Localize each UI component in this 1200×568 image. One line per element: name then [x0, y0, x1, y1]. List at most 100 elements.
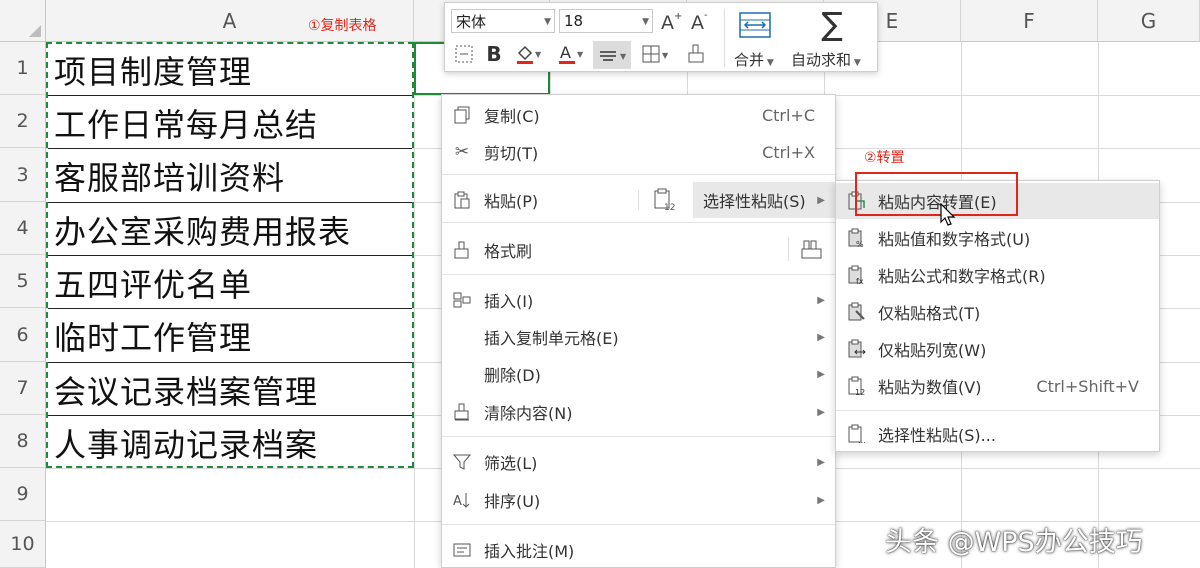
wrap-text-icon[interactable]: [453, 41, 475, 67]
autosum-sigma-icon[interactable]: ∑: [817, 5, 847, 43]
mouse-cursor-icon: [940, 202, 956, 231]
menu-item-label: 排序(U): [484, 492, 541, 511]
paste-format-only-icon: [846, 301, 868, 323]
submenu-item-paste-values-number-formats[interactable]: % 粘贴值和数字格式(U): [836, 220, 1159, 256]
menu-item-sort[interactable]: A 排序(U) ▶: [442, 482, 835, 518]
autosum-button[interactable]: 自动求和 ▼: [791, 49, 861, 70]
svg-text:…: …: [858, 436, 866, 444]
menu-item-label: 插入复制单元格(E): [484, 329, 619, 348]
svg-text:▼: ▼: [662, 51, 669, 60]
menu-item-cut[interactable]: ✂ 剪切(T) Ctrl+X: [442, 134, 835, 170]
svg-text:▼: ▼: [577, 50, 583, 59]
svg-text:A: A: [691, 12, 704, 32]
toolbar-divider: [724, 9, 725, 67]
menu-item-shortcut: Ctrl+C: [761, 105, 815, 125]
svg-text:A: A: [560, 43, 571, 62]
format-painter-double-icon[interactable]: [800, 237, 824, 263]
menu-item-insert[interactable]: 插入(I) ▶: [442, 282, 835, 318]
menu-item-paste[interactable]: 粘贴(P): [442, 182, 638, 218]
paste-values-format-icon: %: [846, 227, 868, 249]
paste-values-icon[interactable]: 12: [652, 187, 678, 213]
menu-item-insert-comment[interactable]: 插入批注(M): [442, 532, 835, 568]
menu-item-shortcut: Ctrl+X: [762, 142, 815, 162]
submenu-item-label: 仅粘贴列宽(W): [878, 341, 987, 360]
bold-icon[interactable]: B: [483, 41, 505, 67]
submenu-item-label: 粘贴为数值(V): [878, 378, 982, 397]
fill-color-icon[interactable]: ▼: [513, 41, 543, 67]
svg-text:12: 12: [855, 388, 865, 396]
row-header-5[interactable]: 5: [0, 255, 46, 308]
chevron-down-icon: ▼: [642, 17, 649, 27]
submenu-item-paste-as-values[interactable]: 12 粘贴为数值(V) Ctrl+Shift+V: [836, 368, 1159, 404]
chevron-right-icon: ▶: [817, 331, 825, 343]
row-header-3[interactable]: 3: [0, 148, 46, 202]
comment-icon: [452, 540, 472, 560]
paste-special-icon: …: [846, 423, 868, 445]
menu-item-insert-copied-cells[interactable]: 插入复制单元格(E) ▶: [442, 319, 835, 355]
submenu-item-paste-column-widths[interactable]: 仅粘贴列宽(W): [836, 331, 1159, 367]
menu-item-copy[interactable]: 复制(C) Ctrl+C: [442, 97, 835, 133]
borders-icon[interactable]: ▼: [639, 41, 671, 67]
menu-item-paste-special[interactable]: 选择性粘贴(S) ▶: [693, 182, 835, 218]
svg-text:%: %: [856, 240, 864, 248]
font-color-icon[interactable]: A ▼: [555, 41, 585, 67]
context-menu: 复制(C) Ctrl+C ✂ 剪切(T) Ctrl+X 粘贴(P) 12 选择性…: [441, 94, 836, 568]
row-header-1[interactable]: 1: [0, 42, 46, 95]
svg-text:12: 12: [664, 203, 675, 212]
merge-button[interactable]: 合并 ▼: [734, 49, 774, 70]
decrease-font-icon[interactable]: A-: [689, 7, 713, 35]
merge-cells-icon[interactable]: [738, 9, 772, 41]
format-painter-icon[interactable]: [685, 41, 707, 67]
filter-icon: [452, 452, 472, 472]
font-size-value: 18: [564, 12, 584, 30]
paste-as-values-icon: 12: [846, 375, 868, 397]
submenu-item-paste-formulas-number-formats[interactable]: fx 粘贴公式和数字格式(R): [836, 257, 1159, 293]
annotation-step2: ②转置: [864, 150, 905, 166]
column-header-g[interactable]: G: [1098, 0, 1200, 42]
row-header-4[interactable]: 4: [0, 202, 46, 255]
submenu-item-shortcut: Ctrl+Shift+V: [1036, 376, 1139, 396]
submenu-item-paste-special-dialog[interactable]: … 选择性粘贴(S)...: [836, 416, 1159, 452]
row-header-7[interactable]: 7: [0, 362, 46, 415]
menu-item-label: 选择性粘贴(S): [703, 192, 806, 211]
chevron-right-icon: ▶: [817, 194, 825, 206]
menu-item-label: 剪切(T): [484, 144, 539, 163]
chevron-right-icon: ▶: [817, 294, 825, 306]
submenu-item-paste-formats-only[interactable]: 仅粘贴格式(T): [836, 294, 1159, 330]
select-all-corner[interactable]: [0, 0, 46, 42]
svg-text:▼: ▼: [535, 50, 541, 59]
font-name-value: 宋体: [456, 12, 487, 31]
font-name-select[interactable]: 宋体 ▼: [451, 9, 555, 33]
menu-item-filter[interactable]: 筛选(L) ▶: [442, 444, 835, 480]
menu-item-format-painter[interactable]: 格式刷: [442, 232, 835, 268]
menu-item-delete[interactable]: 删除(D) ▶: [442, 356, 835, 392]
menu-item-label: 粘贴(P): [484, 192, 539, 211]
row-header-9[interactable]: 9: [0, 468, 46, 521]
svg-text:fx: fx: [856, 277, 864, 285]
mini-toolbar: 宋体 ▼ 18 ▼ A + A- B ▼ A ▼ ▼ ▼ 合并 ▼ ∑ 自动求和 ▼: [444, 2, 878, 72]
row-header-6[interactable]: 6: [0, 308, 46, 362]
paste-column-width-icon: [846, 338, 868, 360]
submenu-item-label: 粘贴公式和数字格式(R): [878, 267, 1046, 286]
scissors-icon: ✂: [454, 142, 470, 162]
submenu-item-label: 仅粘贴格式(T): [878, 304, 981, 323]
align-center-icon[interactable]: ▼: [593, 41, 631, 69]
submenu-item-label: 选择性粘贴(S)...: [878, 426, 996, 445]
column-header-f[interactable]: F: [961, 0, 1098, 42]
menu-item-label: 清除内容(N): [484, 404, 573, 423]
menu-item-label: 插入批注(M): [484, 542, 575, 561]
paste-icon: [452, 190, 472, 210]
chevron-right-icon: ▶: [817, 368, 825, 380]
row-header-8[interactable]: 8: [0, 415, 46, 468]
row-header-2[interactable]: 2: [0, 95, 46, 148]
sort-icon: A: [452, 490, 472, 510]
chevron-right-icon: ▶: [817, 494, 825, 506]
merge-label: 合并: [734, 51, 765, 69]
font-size-select[interactable]: 18 ▼: [559, 9, 653, 33]
chevron-down-icon: ▼: [544, 17, 551, 27]
row-header-10[interactable]: 10: [0, 521, 46, 568]
paste-formula-icon: fx: [846, 264, 868, 286]
menu-item-clear-contents[interactable]: 清除内容(N) ▶: [442, 394, 835, 430]
increase-font-icon[interactable]: A +: [659, 7, 683, 35]
svg-text:▼: ▼: [620, 52, 627, 61]
